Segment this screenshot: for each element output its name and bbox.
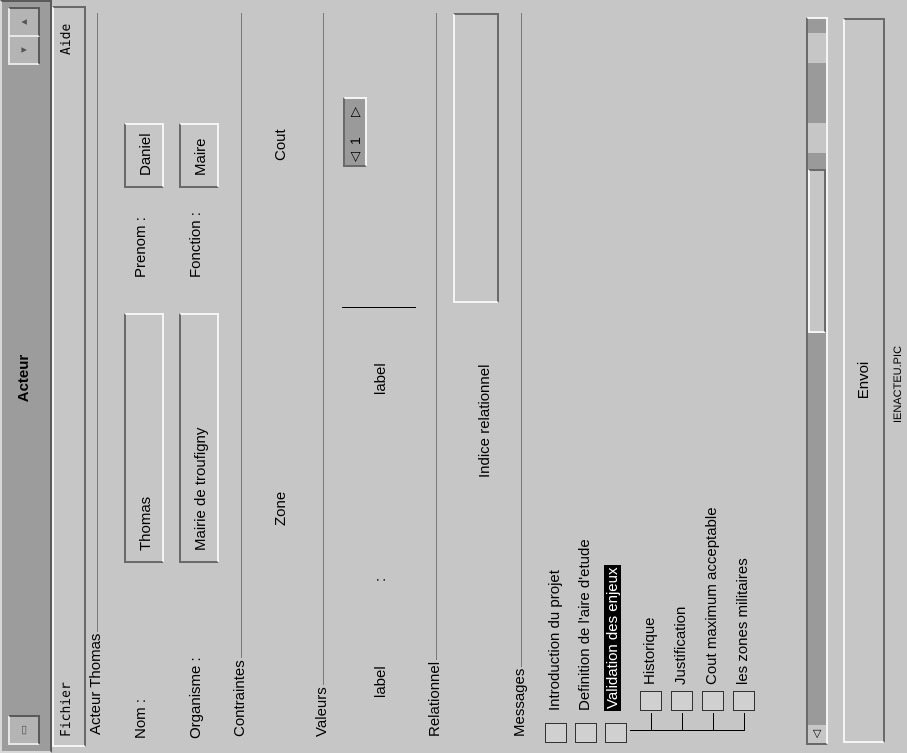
folder-icon <box>671 691 693 711</box>
valeurs-divider <box>342 307 416 308</box>
spinner-right-icon[interactable]: ▷ <box>347 107 363 117</box>
scroll-block[interactable] <box>808 33 826 63</box>
status-filename: IENACTEU.PIC <box>892 345 904 423</box>
window-menu-button[interactable]: ▭ <box>8 715 40 745</box>
scroll-block[interactable] <box>808 123 826 153</box>
valeurs-separator: : <box>372 577 389 582</box>
tree-connector <box>682 713 683 731</box>
spinner-left-icon[interactable]: ◁ <box>347 152 363 162</box>
maximize-button[interactable]: ▴ <box>8 7 40 37</box>
tree-item-cout-maximum[interactable]: Cout maximum acceptable <box>703 507 720 685</box>
scroll-left-arrow[interactable]: ◁ <box>808 725 826 743</box>
valeurs-label-mid: label <box>372 363 389 395</box>
maximize-icon: ▴ <box>18 19 30 25</box>
tree-connector <box>651 713 652 731</box>
contraintes-group-border <box>241 13 242 723</box>
minimize-button[interactable]: ▾ <box>8 35 40 65</box>
tree-connector <box>744 713 745 731</box>
messages-group-border <box>521 13 522 723</box>
menu-bar: Fichier Aide <box>52 6 86 747</box>
fonction-field[interactable]: Maire <box>179 123 219 188</box>
messages-scrollbar[interactable]: ◁ <box>806 17 828 745</box>
contraintes-group-title: Contraintes <box>231 658 248 739</box>
envoi-button-label: Envoi <box>855 361 872 400</box>
valeur-spinner[interactable]: ◁ 1 ▷ <box>343 97 367 167</box>
relationnel-group-title: Relationnel <box>426 659 443 739</box>
folder-icon <box>702 691 724 711</box>
messages-group-title: Messages <box>511 666 528 739</box>
organisme-label: Organisme : <box>187 657 204 739</box>
valeurs-group-border <box>323 13 324 723</box>
tree-item-justification[interactable]: Justification <box>672 607 689 685</box>
open-folder-icon <box>605 723 627 743</box>
folder-icon <box>733 691 755 711</box>
tree-item-historique[interactable]: Historique <box>641 617 658 685</box>
cout-label: Cout <box>272 129 289 161</box>
tree-item-definition[interactable]: Definition de l'aire d'etude <box>576 539 593 711</box>
indice-relationnel-bar[interactable] <box>453 13 499 303</box>
folder-icon <box>640 691 662 711</box>
zone-label: Zone <box>272 491 289 526</box>
prenom-label: Prenom : <box>132 217 149 278</box>
acteur-group-border <box>97 13 98 713</box>
folder-icon <box>575 723 597 743</box>
tree-item-introduction[interactable]: Introduction du projet <box>546 570 563 711</box>
indice-relationnel-label: Indice relationnel <box>476 364 493 478</box>
envoi-button[interactable]: Envoi <box>843 18 885 743</box>
window-title: Acteur <box>15 354 32 403</box>
screen: Acteur ▭ ▾ ▴ Fichier Aide Acteur Thomas … <box>0 0 907 753</box>
tree-connector <box>713 713 714 731</box>
spinner-value: 1 <box>347 137 363 145</box>
nom-field[interactable]: Thomas <box>124 313 164 563</box>
acteur-group-title: Acteur Thomas <box>87 631 104 737</box>
menu-fichier[interactable]: Fichier <box>59 682 74 737</box>
minimize-icon: ▾ <box>18 47 30 53</box>
relationnel-group-border <box>436 13 437 723</box>
nom-label: Nom : <box>132 698 149 739</box>
organisme-field[interactable]: Mairie de troufigny <box>179 313 219 563</box>
fonction-label: Fonction : <box>187 212 204 278</box>
folder-icon <box>545 723 567 743</box>
menu-aide[interactable]: Aide <box>59 24 74 55</box>
tree-branch-line <box>630 730 744 731</box>
scroll-thumb[interactable] <box>808 169 826 333</box>
tree-item-validation[interactable]: Validation des enjeux <box>604 565 621 711</box>
prenom-field[interactable]: Daniel <box>124 123 164 188</box>
valeurs-label-left: label <box>372 666 389 698</box>
valeurs-group-title: Valeurs <box>313 685 330 739</box>
tree-item-zones-militaires[interactable]: les zones militaires <box>734 558 751 685</box>
window-menu-icon: ▭ <box>18 724 30 736</box>
acteur-window: Acteur ▭ ▾ ▴ Fichier Aide Acteur Thomas … <box>0 0 907 753</box>
